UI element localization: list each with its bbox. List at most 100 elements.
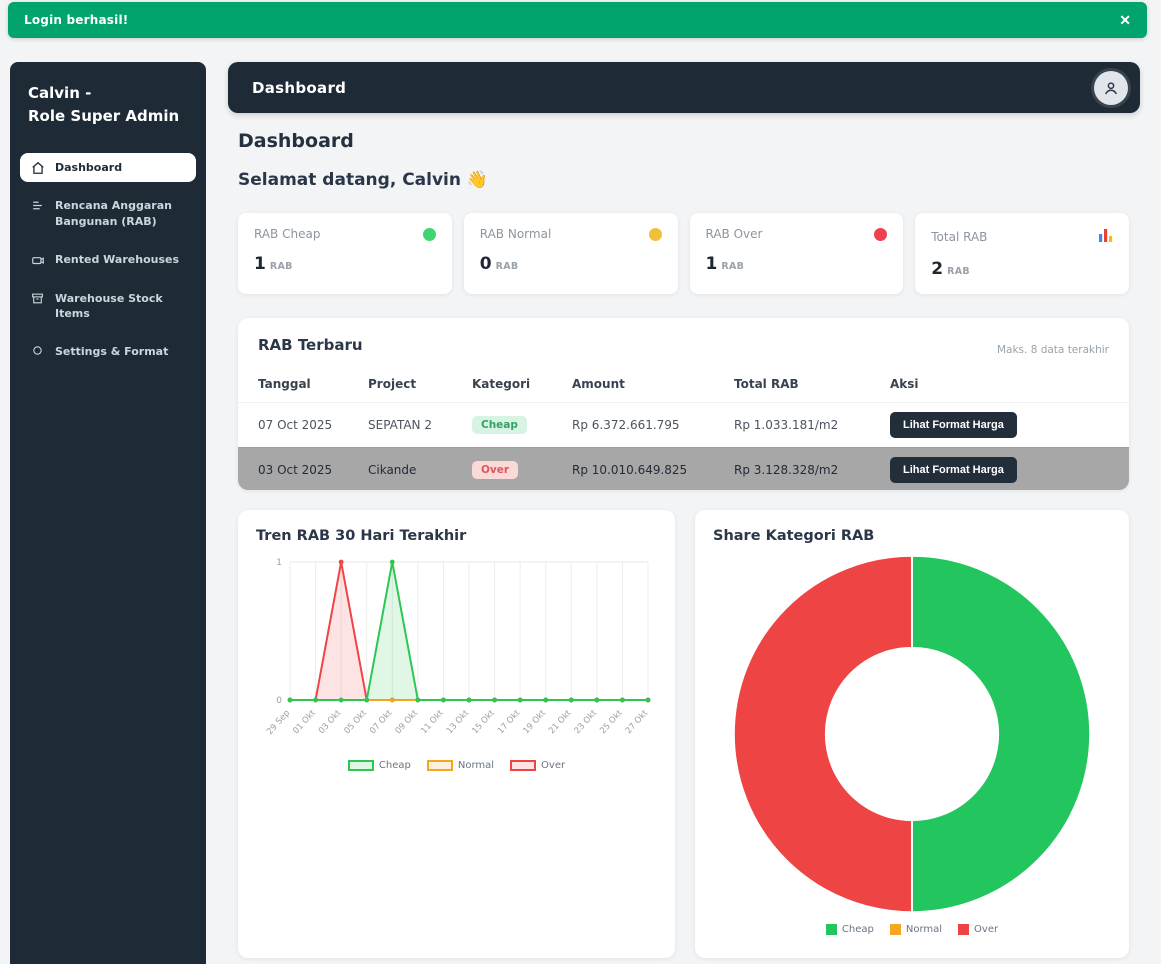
legend-swatch bbox=[348, 760, 374, 771]
svg-text:05 Okt: 05 Okt bbox=[342, 708, 369, 736]
column-header: Aksi bbox=[882, 366, 1129, 403]
lihat-format-harga-button[interactable]: Lihat Format Harga bbox=[890, 412, 1017, 438]
gear-icon bbox=[30, 345, 45, 356]
tanggal-cell: 07 Oct 2025 bbox=[238, 403, 360, 448]
rab-terbaru-card: RAB Terbaru Maks. 8 data terakhir Tangga… bbox=[238, 318, 1129, 490]
legend-item[interactable]: Cheap bbox=[348, 760, 411, 771]
topbar: Dashboard bbox=[228, 62, 1140, 113]
rab-terbaru-title: RAB Terbaru bbox=[258, 336, 363, 354]
svg-text:15 Okt: 15 Okt bbox=[470, 708, 497, 736]
rab-terbaru-note: Maks. 8 data terakhir bbox=[997, 344, 1109, 356]
sidebar-user-role: Role Super Admin bbox=[28, 105, 188, 128]
lihat-format-harga-button[interactable]: Lihat Format Harga bbox=[890, 457, 1017, 483]
legend-item[interactable]: Normal bbox=[890, 924, 942, 935]
home-icon bbox=[30, 161, 45, 175]
aksi-cell: Lihat Format Harga bbox=[882, 403, 1129, 448]
legend-item[interactable]: Normal bbox=[427, 760, 494, 771]
svg-text:01 Okt: 01 Okt bbox=[291, 708, 318, 736]
warehouse-icon bbox=[30, 253, 45, 267]
line-chart-legend: Cheap Normal Over bbox=[256, 760, 657, 771]
svg-text:21 Okt: 21 Okt bbox=[547, 708, 574, 736]
column-header: Total RAB bbox=[726, 366, 882, 403]
green-dot bbox=[423, 228, 436, 241]
svg-text:1: 1 bbox=[276, 558, 282, 568]
stat-value: 2 bbox=[931, 259, 943, 279]
dashboard-page: Login berhasil! ✕ Calvin - Role Super Ad… bbox=[0, 0, 1161, 964]
donut-chart bbox=[713, 548, 1111, 920]
sidebar-item-label: Rented Warehouses bbox=[55, 252, 179, 267]
sidebar-item-rab[interactable]: Rencana Anggaran Bangunan (RAB) bbox=[20, 191, 196, 236]
status-badge: Over bbox=[472, 461, 518, 479]
svg-text:13 Okt: 13 Okt bbox=[445, 708, 472, 736]
legend-item[interactable]: Over bbox=[958, 924, 998, 935]
svg-text:19 Okt: 19 Okt bbox=[521, 708, 548, 736]
line-chart-svg: 0129 Sep01 Okt03 Okt05 Okt07 Okt09 Okt11… bbox=[256, 552, 656, 752]
table-row[interactable]: 03 Oct 2025CikandeOverRp 10.010.649.825R… bbox=[238, 448, 1129, 491]
sidebar-nav: Dashboard Rencana Anggaran Bangunan (RAB… bbox=[20, 153, 196, 367]
legend-swatch bbox=[958, 924, 969, 935]
sidebar-item-label: Settings & Format bbox=[55, 344, 168, 359]
trend-chart-title: Tren RAB 30 Hari Terakhir bbox=[256, 528, 657, 544]
stat-label: Total RAB bbox=[931, 230, 987, 244]
trend-chart-card: Tren RAB 30 Hari Terakhir 0129 Sep01 Okt… bbox=[238, 510, 675, 958]
welcome-message: Selamat datang, Calvin 👋 bbox=[238, 170, 488, 190]
box-icon bbox=[30, 292, 45, 305]
svg-text:25 Okt: 25 Okt bbox=[598, 708, 625, 736]
yellow-dot bbox=[649, 228, 662, 241]
svg-text:09 Okt: 09 Okt bbox=[394, 708, 421, 736]
stat-unit: RAB bbox=[947, 266, 970, 277]
column-header: Kategori bbox=[464, 366, 564, 403]
topbar-title: Dashboard bbox=[252, 79, 346, 97]
share-chart-card: Share Kategori RAB Cheap Normal Over bbox=[695, 510, 1129, 958]
person-icon bbox=[1102, 79, 1120, 97]
list-icon bbox=[30, 199, 45, 212]
sidebar-user-name: Calvin - bbox=[28, 82, 188, 105]
legend-label: Over bbox=[974, 924, 998, 935]
red-dot bbox=[874, 228, 887, 241]
stat-unit: RAB bbox=[721, 261, 744, 272]
toast-success: Login berhasil! ✕ bbox=[8, 2, 1147, 38]
stat-value: 1 bbox=[254, 254, 266, 274]
sidebar-item-warehouse-stock[interactable]: Warehouse Stock Items bbox=[20, 284, 196, 329]
stat-label: RAB Over bbox=[706, 227, 763, 241]
column-header: Project bbox=[360, 366, 464, 403]
sidebar-item-settings[interactable]: Settings & Format bbox=[20, 337, 196, 366]
legend-label: Normal bbox=[906, 924, 942, 935]
legend-label: Cheap bbox=[379, 760, 411, 771]
total-rab-cell: Rp 3.128.328/m2 bbox=[726, 448, 882, 491]
sidebar-item-rented-warehouses[interactable]: Rented Warehouses bbox=[20, 245, 196, 274]
sidebar-item-dashboard[interactable]: Dashboard bbox=[20, 153, 196, 182]
legend-label: Cheap bbox=[842, 924, 874, 935]
stat-value: 1 bbox=[706, 254, 718, 274]
legend-swatch bbox=[510, 760, 536, 771]
stat-unit: RAB bbox=[270, 261, 293, 272]
stat-cards: RAB Cheap 1 RAB RAB Normal 0 RAB RAB Ove… bbox=[238, 213, 1129, 294]
column-header: Amount bbox=[564, 366, 726, 403]
bar-chart-icon bbox=[1099, 227, 1113, 246]
kategori-cell: Cheap bbox=[464, 403, 564, 448]
close-icon[interactable]: ✕ bbox=[1119, 13, 1131, 27]
sidebar-user-title: Calvin - Role Super Admin bbox=[20, 82, 196, 127]
stat-card-rab-normal: RAB Normal 0 RAB bbox=[464, 213, 678, 294]
stat-label: RAB Normal bbox=[480, 227, 552, 241]
stat-card-rab-over: RAB Over 1 RAB bbox=[690, 213, 904, 294]
legend-swatch bbox=[427, 760, 453, 771]
legend-label: Over bbox=[541, 760, 565, 771]
user-avatar[interactable] bbox=[1094, 71, 1128, 105]
svg-text:07 Okt: 07 Okt bbox=[368, 708, 395, 736]
legend-item[interactable]: Over bbox=[510, 760, 565, 771]
table-row[interactable]: 07 Oct 2025SEPATAN 2CheapRp 6.372.661.79… bbox=[238, 403, 1129, 448]
aksi-cell: Lihat Format Harga bbox=[882, 448, 1129, 491]
svg-text:11 Okt: 11 Okt bbox=[419, 708, 446, 736]
page-title: Dashboard bbox=[238, 130, 354, 152]
legend-swatch bbox=[826, 924, 837, 935]
project-cell: SEPATAN 2 bbox=[360, 403, 464, 448]
legend-item[interactable]: Cheap bbox=[826, 924, 874, 935]
stat-card-rab-cheap: RAB Cheap 1 RAB bbox=[238, 213, 452, 294]
sidebar-item-label: Warehouse Stock Items bbox=[55, 291, 186, 322]
share-chart-title: Share Kategori RAB bbox=[713, 528, 1111, 544]
svg-text:23 Okt: 23 Okt bbox=[573, 708, 600, 736]
legend-swatch bbox=[890, 924, 901, 935]
trend-chart: 0129 Sep01 Okt03 Okt05 Okt07 Okt09 Okt11… bbox=[256, 552, 657, 756]
svg-text:27 Okt: 27 Okt bbox=[624, 708, 651, 736]
